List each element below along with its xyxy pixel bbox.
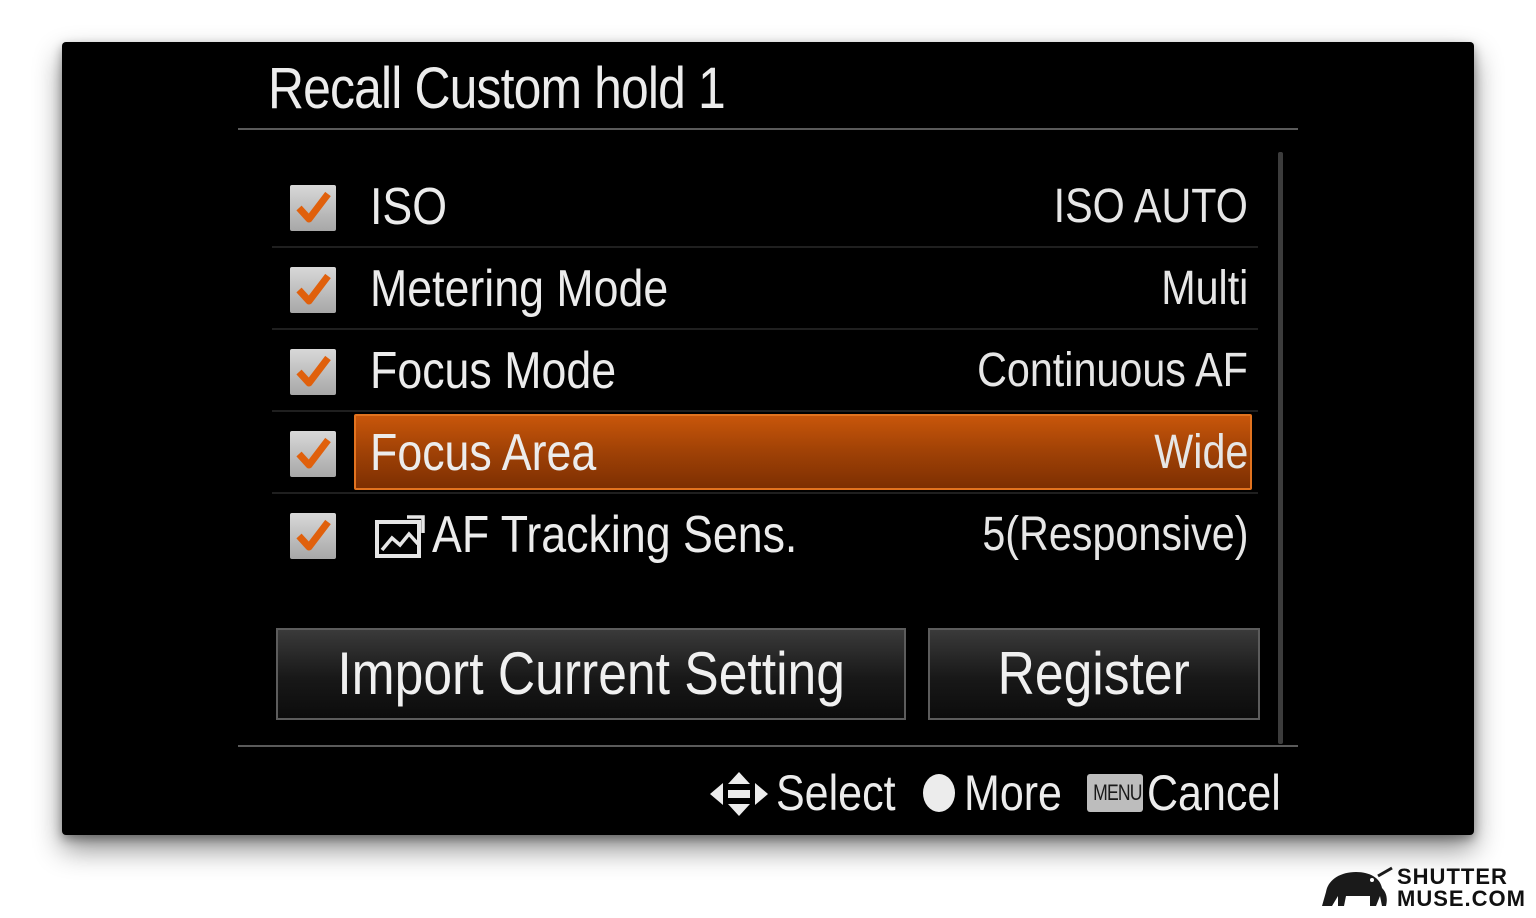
setting-row-metering-mode[interactable]: Metering Mode Multi xyxy=(272,248,1258,330)
title-divider xyxy=(238,128,1298,130)
setting-label: Metering Mode xyxy=(370,260,669,318)
setting-label: AF Tracking Sens. xyxy=(432,506,798,564)
footer-divider xyxy=(238,745,1298,747)
hint-select: Select xyxy=(776,765,896,821)
scrollbar[interactable] xyxy=(1278,152,1283,744)
hint-more: More xyxy=(964,765,1062,821)
setting-value: ISO AUTO xyxy=(1053,180,1248,233)
import-current-setting-button[interactable]: Import Current Setting xyxy=(276,628,906,720)
checkbox-focus-mode[interactable] xyxy=(290,349,336,395)
checkbox-metering-mode[interactable] xyxy=(290,267,336,313)
still-image-mode-icon xyxy=(375,515,425,558)
setting-value: Wide xyxy=(1153,426,1248,479)
register-button-label: Register xyxy=(997,640,1191,707)
checkmark-icon xyxy=(296,355,331,387)
menu-key-label: MENU xyxy=(1093,780,1142,805)
setting-row-iso[interactable]: ISO ISO AUTO xyxy=(272,166,1258,248)
setting-row-focus-area[interactable]: Focus Area Wide xyxy=(272,412,1258,494)
setting-label: Focus Area xyxy=(370,424,597,482)
checkmark-icon xyxy=(296,519,331,551)
watermark-line1: SHUTTER xyxy=(1397,864,1508,889)
register-button[interactable]: Register xyxy=(928,628,1260,720)
checkbox-iso[interactable] xyxy=(290,185,336,231)
checkmark-icon xyxy=(296,437,331,469)
checkbox-focus-area[interactable] xyxy=(290,431,336,477)
checkmark-icon xyxy=(296,191,331,223)
setting-value: 5(Responsive) xyxy=(981,508,1248,561)
four-way-arrow-icon xyxy=(710,772,768,816)
setting-row-af-tracking-sens[interactable]: AF Tracking Sens. 5(Responsive) xyxy=(272,494,1258,576)
setting-row-focus-mode[interactable]: Focus Mode Continuous AF xyxy=(272,330,1258,412)
elephant-logo-icon xyxy=(1322,866,1393,906)
setting-label: ISO xyxy=(370,178,448,236)
center-button-icon xyxy=(923,774,955,812)
setting-value: Continuous AF xyxy=(977,344,1248,397)
setting-value: Multi xyxy=(1160,262,1248,315)
setting-label: Focus Mode xyxy=(370,342,617,400)
menu-key-icon: MENU xyxy=(1087,774,1143,812)
checkbox-af-tracking-sens[interactable] xyxy=(290,513,336,559)
menu-title: Recall Custom hold 1 xyxy=(268,56,726,121)
checkmark-icon xyxy=(296,273,331,305)
hint-cancel: Cancel xyxy=(1147,765,1281,821)
import-button-label: Import Current Setting xyxy=(337,640,845,707)
watermark-line2: MUSE.COM xyxy=(1397,886,1526,911)
